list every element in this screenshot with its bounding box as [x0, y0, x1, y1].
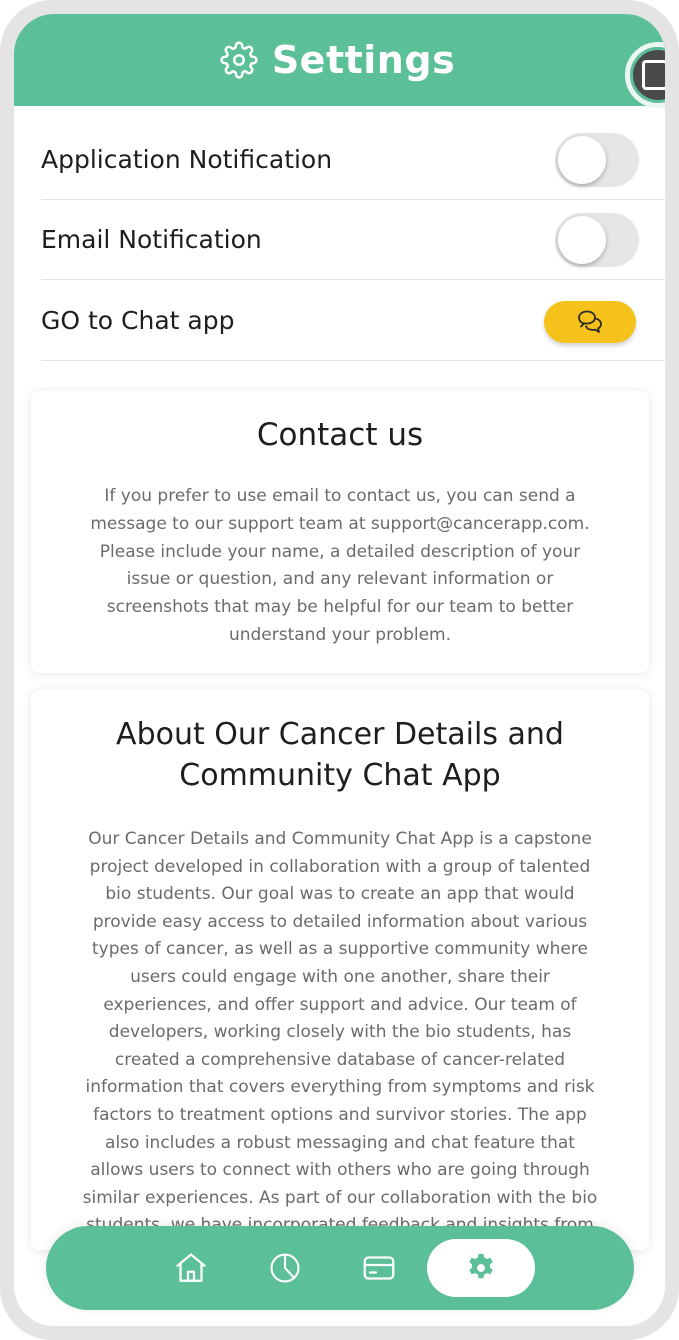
contact-line: message to our support team at support@c… [90, 513, 590, 534]
about-line: project developed in collaboration with … [89, 856, 591, 877]
pie-chart-icon [270, 1253, 300, 1283]
setting-row-email-notification: Email Notification [41, 200, 665, 280]
about-title-line: Community Chat App [179, 758, 501, 793]
toggle-knob [558, 136, 606, 184]
chat-bubble-icon [578, 310, 602, 333]
contact-card: Contact us If you prefer to use email to… [31, 391, 649, 673]
nav-home-button[interactable] [163, 1240, 219, 1296]
contact-line: screenshots that may be helpful for our … [106, 597, 574, 618]
home-icon [176, 1253, 206, 1282]
about-card: About Our Cancer Details and Community C… [31, 690, 649, 1250]
contact-title: Contact us [256, 417, 424, 453]
toggle-knob [558, 216, 606, 264]
go-to-chat-button[interactable] [544, 301, 636, 343]
chat-app-label: GO to Chat app [41, 306, 235, 335]
nav-card-button[interactable] [351, 1240, 407, 1296]
about-line: similar experiences. As part of our coll… [82, 1187, 598, 1208]
about-line: Our Cancer Details and Community Chat Ap… [88, 829, 592, 849]
about-line: information that covers everything from … [85, 1077, 595, 1098]
app-notification-label: Application Notification [41, 145, 333, 174]
contact-line: understand your problem. [228, 624, 452, 645]
gear-icon [469, 1253, 493, 1279]
page-title: Settings [271, 38, 456, 82]
setting-row-app-notification: Application Notification [41, 120, 665, 200]
nav-stats-button[interactable] [257, 1240, 313, 1296]
about-title: About Our Cancer Details and Community C… [31, 714, 649, 796]
app-notification-toggle[interactable] [555, 133, 639, 187]
about-line: factors to treatment options and survivo… [93, 1104, 587, 1125]
email-notification-label: Email Notification [41, 225, 262, 254]
header-title-group: Settings [220, 38, 455, 82]
about-body: Our Cancer Details and Community Chat Ap… [31, 826, 649, 1240]
about-line: experiences, and offer support and advic… [103, 994, 577, 1015]
app-header: Settings [14, 14, 665, 108]
contact-line: Please include your name, a detailed des… [99, 541, 581, 562]
about-line: allows users to connect with others who … [90, 1160, 590, 1181]
setting-row-chat-app: GO to Chat app [41, 281, 665, 361]
bottom-nav [46, 1226, 634, 1310]
contact-body: If you prefer to use email to contact us… [31, 483, 649, 650]
edit-icon [642, 60, 665, 90]
email-notification-toggle[interactable] [555, 213, 639, 267]
contact-line: issue or question, and any relevant info… [126, 569, 554, 590]
about-line: provide easy access to detailed informat… [92, 911, 588, 932]
about-line: types of cancer, as well as a supportive… [92, 939, 588, 960]
edit-button[interactable] [625, 42, 665, 108]
device-frame: Settings Application Notification Email … [0, 0, 679, 1340]
about-title-line: About Our Cancer Details and [116, 717, 564, 752]
gear-icon [220, 41, 258, 79]
app-screen: Settings Application Notification Email … [14, 14, 665, 1326]
about-line: users could engage with one another, sha… [130, 966, 550, 987]
about-line: bio students. Our goal was to create an … [105, 884, 575, 905]
about-line: also includes a robust messaging and cha… [105, 1132, 575, 1153]
contact-line: If you prefer to use email to contact us… [104, 486, 576, 506]
about-line: created a comprehensive database of canc… [114, 1049, 566, 1070]
nav-settings-button[interactable] [427, 1239, 535, 1297]
card-icon [363, 1256, 395, 1280]
about-line: developers, working closely with the bio… [108, 1022, 572, 1043]
